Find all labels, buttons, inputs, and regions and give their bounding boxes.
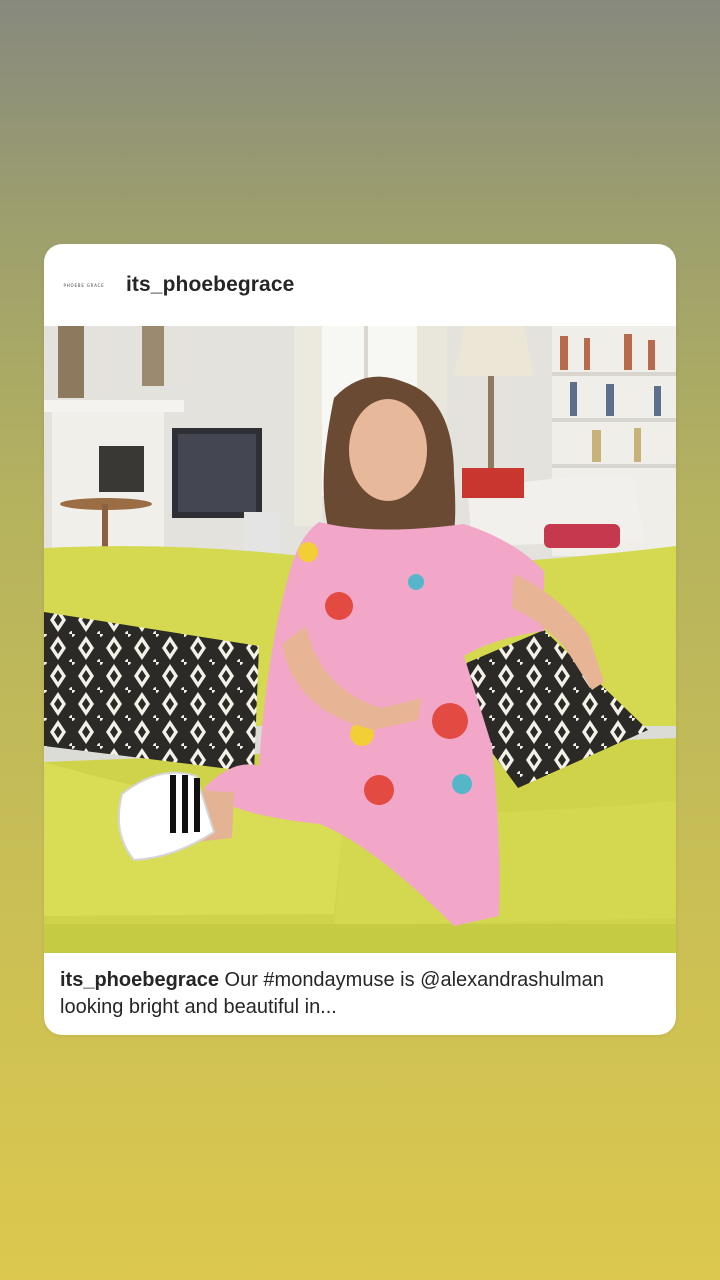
- post-header: PHOEBE GRACE its_phoebegrace: [44, 244, 676, 326]
- post-caption: its_phoebegrace Our #mondaymuse is @alex…: [60, 967, 660, 1021]
- photo-illustration: [44, 326, 676, 953]
- post-username[interactable]: its_phoebegrace: [126, 273, 294, 297]
- brand-logo[interactable]: PHOEBE GRACE: [60, 278, 108, 292]
- caption-username[interactable]: its_phoebegrace: [60, 969, 219, 991]
- shared-post-card[interactable]: PHOEBE GRACE its_phoebegrace its_phoebeg…: [44, 244, 676, 1035]
- post-photo[interactable]: [44, 326, 676, 953]
